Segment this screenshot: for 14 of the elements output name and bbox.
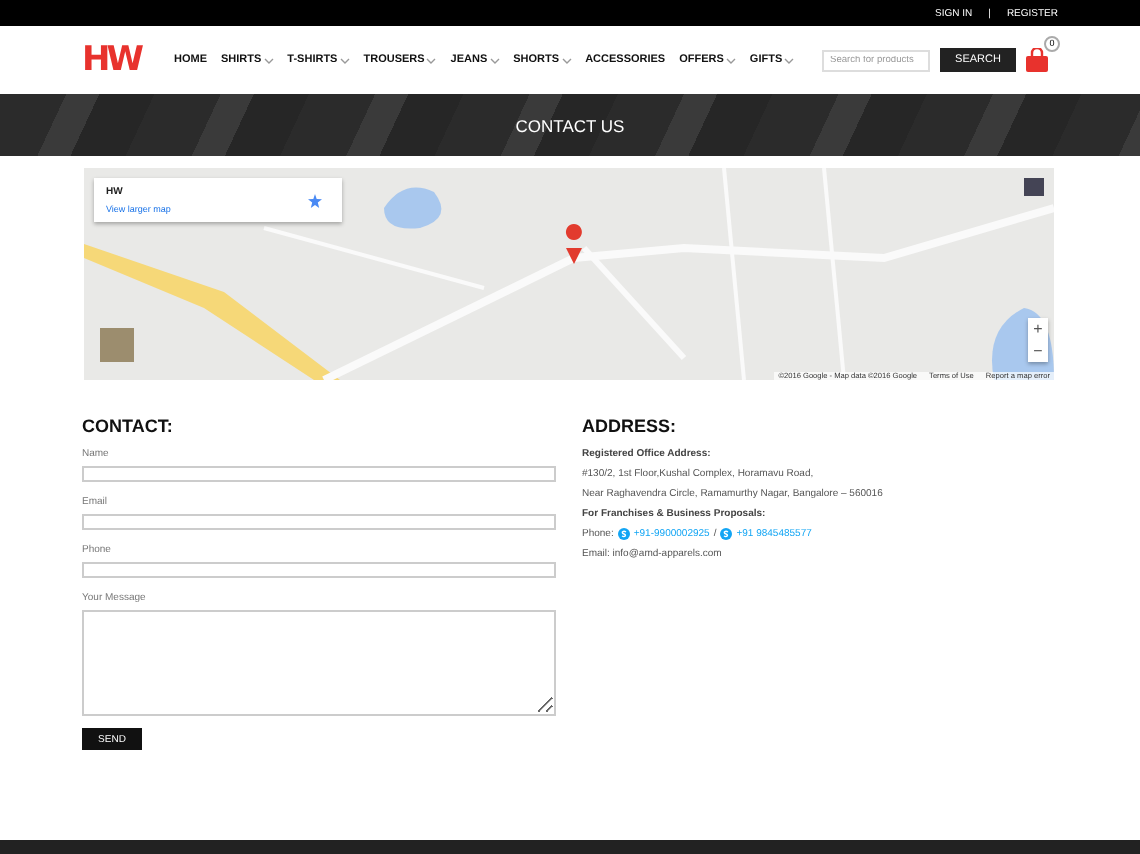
input-field[interactable]: [82, 466, 556, 482]
contact-heading: CONTACT:: [82, 416, 175, 436]
shopping-bag-icon[interactable]: [1026, 48, 1048, 72]
input-field[interactable]: [82, 514, 556, 530]
message-field[interactable]: [82, 610, 556, 716]
skype-icon: [617, 528, 630, 540]
skype-icon: [720, 528, 733, 540]
zoom-in-button[interactable]: +: [1028, 318, 1048, 340]
star-icon[interactable]: [308, 194, 322, 208]
page-title: CONTACT US: [515, 115, 625, 135]
zoom-out-button[interactable]: −: [1028, 340, 1048, 362]
logo[interactable]: HW: [82, 40, 146, 80]
address-heading: ADDRESS:: [582, 416, 679, 436]
input-field[interactable]: [82, 562, 556, 578]
